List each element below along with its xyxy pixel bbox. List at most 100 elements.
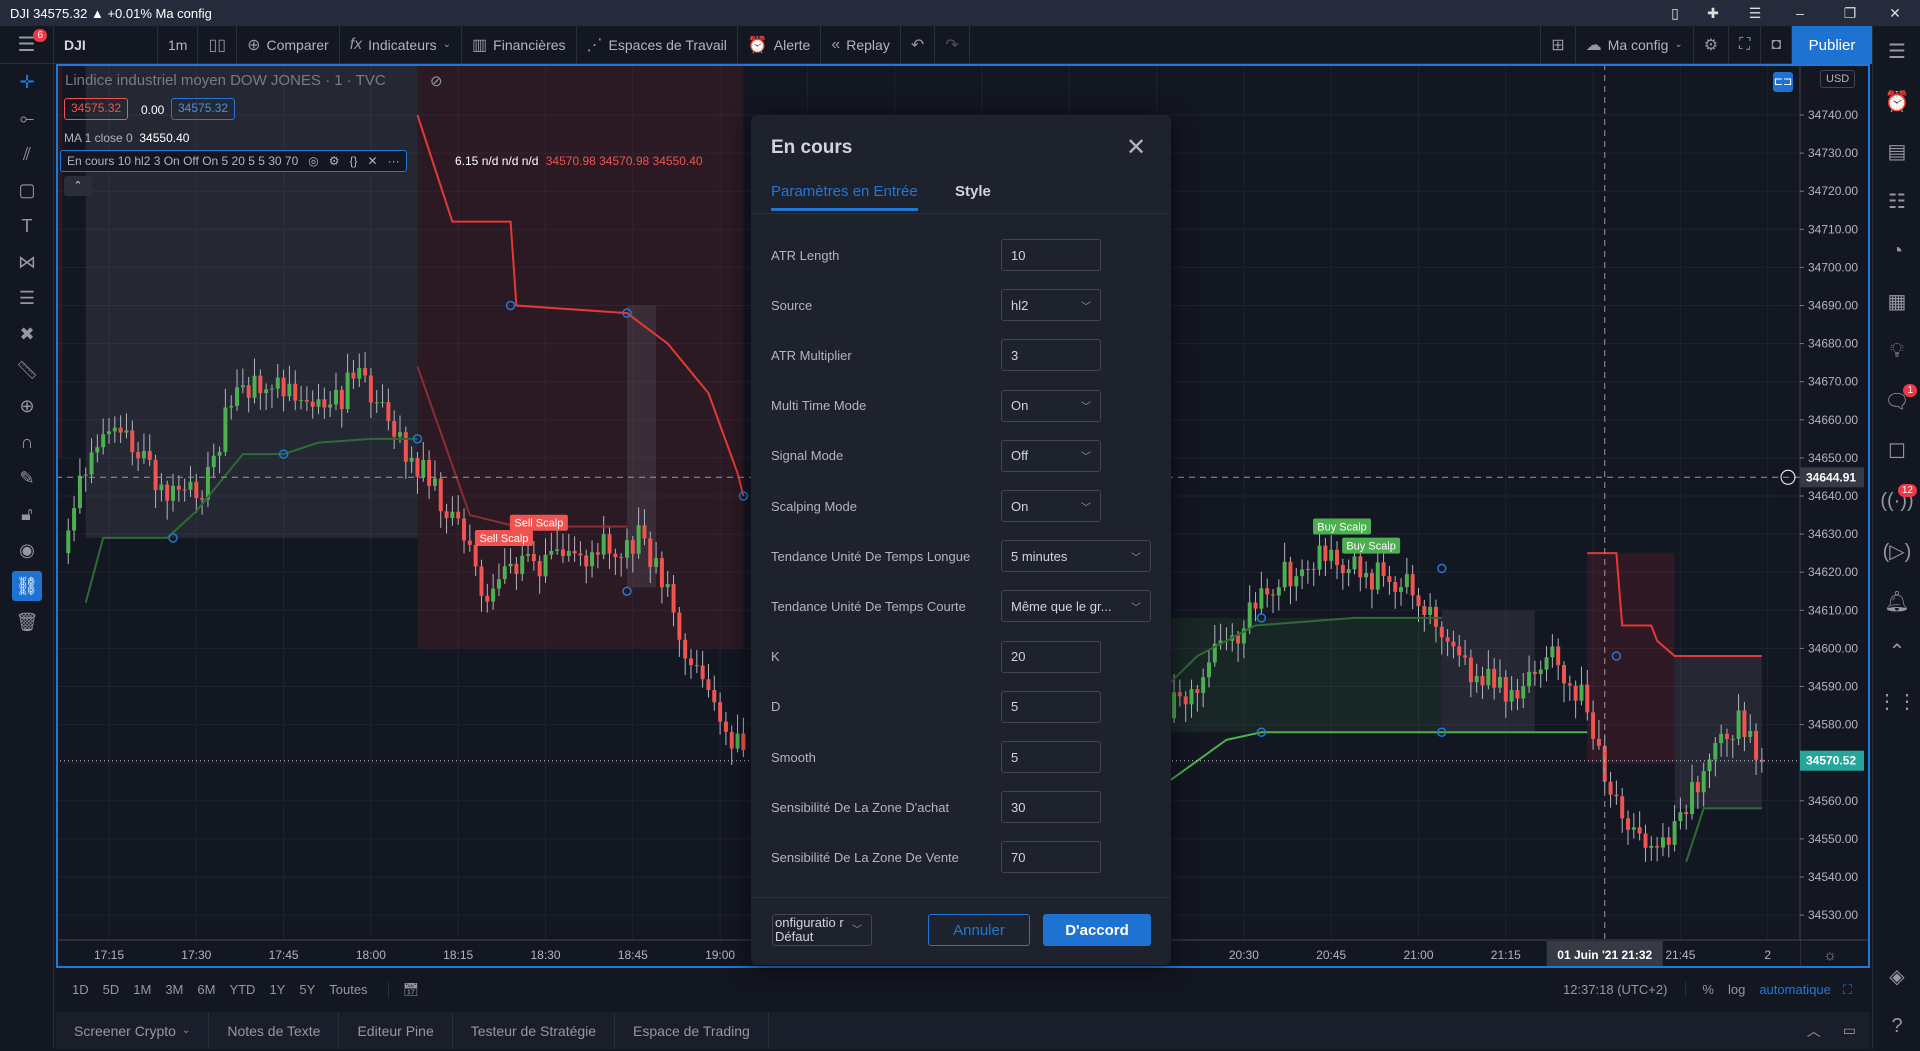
settings-button[interactable]: ⚙: [1694, 25, 1730, 64]
goto-date-icon[interactable]: 📅︎: [387, 981, 419, 998]
auto-toggle[interactable]: automatique: [1759, 982, 1831, 997]
fib-icon[interactable]: ⫽: [0, 136, 54, 172]
ask-price[interactable]: 34575.32: [171, 98, 236, 120]
indicator-legend[interactable]: En cours 10 hl2 3 On Off On 5 20 5 5 30 …: [60, 150, 407, 172]
source-code-icon[interactable]: {}: [350, 154, 358, 168]
link-icon[interactable]: ⛓: [12, 571, 42, 601]
bottom-tab[interactable]: Editeur Pine: [339, 1012, 453, 1049]
crosshair-icon[interactable]: ✛: [0, 64, 54, 100]
fullscreen-button[interactable]: ⛶: [1729, 25, 1762, 64]
undo-button[interactable]: ↶: [901, 25, 936, 64]
ma-legend[interactable]: MA 1 close 0 34550.40: [64, 131, 189, 145]
rectangle-icon[interactable]: ▢: [0, 172, 54, 208]
hide-eye-icon[interactable]: ⊘: [430, 72, 443, 90]
bottom-tab[interactable]: Testeur de Stratégie: [453, 1012, 616, 1049]
restore-button[interactable]: ❐: [1830, 0, 1870, 26]
range-button[interactable]: 6M: [197, 982, 215, 997]
snapshot-button[interactable]: ◘: [1761, 25, 1792, 64]
interval-button[interactable]: 1m: [158, 25, 199, 64]
more-icon[interactable]: ···: [388, 154, 400, 168]
clipboard-icon[interactable]: ▯: [1655, 0, 1695, 26]
collapse-legend-button[interactable]: ⌃: [64, 176, 92, 196]
dom-icon[interactable]: ⌃: [1873, 626, 1920, 676]
publish-button[interactable]: Publier: [1792, 26, 1872, 64]
field-input[interactable]: 30: [1001, 791, 1101, 824]
clock[interactable]: 12:37:18 (UTC+2): [1563, 982, 1667, 997]
range-button[interactable]: 5Y: [299, 982, 315, 997]
alarm-clock-icon[interactable]: ⏰: [1873, 76, 1920, 126]
field-select[interactable]: Même que le gr... ﹀: [1001, 590, 1151, 623]
chart-type-button[interactable]: ▯▯: [198, 25, 238, 64]
close-dialog-button[interactable]: ✕: [1126, 133, 1146, 162]
pattern-icon[interactable]: ⋈: [0, 244, 54, 280]
magnet-icon[interactable]: ∩: [0, 424, 54, 460]
currency-label[interactable]: USD: [1820, 70, 1856, 88]
field-input[interactable]: 10: [1001, 239, 1101, 271]
gear-icon[interactable]: ⚙: [329, 154, 340, 168]
lightbulb-icon[interactable]: 💡︎: [1873, 326, 1920, 376]
range-button[interactable]: YTD: [229, 982, 255, 997]
symbol-search[interactable]: DJI: [54, 25, 158, 64]
defaults-dropdown[interactable]: onfiguratio r Défaut ﹀: [772, 914, 872, 946]
range-button[interactable]: 1M: [133, 982, 151, 997]
compare-button[interactable]: ⊕ Comparer: [237, 25, 340, 64]
lock-icon[interactable]: 🔓︎: [0, 496, 54, 532]
streams-icon[interactable]: (▷): [1873, 526, 1920, 576]
fit-icon[interactable]: ⛶: [1843, 982, 1852, 998]
pencil-lock-icon[interactable]: ✎: [0, 460, 54, 496]
field-select[interactable]: Off ﹀: [1001, 439, 1101, 472]
bell-icon[interactable]: 🔔︎: [1873, 576, 1920, 626]
range-button[interactable]: 5D: [103, 982, 120, 997]
percent-toggle[interactable]: %: [1685, 982, 1714, 997]
main-menu-button[interactable]: ☰ 6: [0, 25, 54, 64]
chevron-up-icon[interactable]: ︿: [1807, 1021, 1821, 1041]
field-input[interactable]: 5: [1001, 690, 1101, 723]
alert-button[interactable]: ⏰ Alerte: [738, 25, 822, 64]
extension-icon[interactable]: ✚: [1693, 0, 1733, 26]
maximize-panel-icon[interactable]: ▭: [1843, 1022, 1856, 1039]
field-select[interactable]: On ﹀: [1001, 389, 1101, 422]
eye-icon[interactable]: ◎: [308, 154, 318, 168]
layout-name-button[interactable]: ☁ Ma config ⌄: [1576, 25, 1694, 64]
help-icon[interactable]: ?: [1873, 1001, 1920, 1051]
pie-chart-icon[interactable]: ◔: [1873, 226, 1920, 276]
auto-scale-icon[interactable]: ⊏⊐: [1773, 72, 1793, 92]
workspaces-button[interactable]: ⋰ Espaces de Travail: [577, 25, 738, 64]
range-button[interactable]: 3M: [165, 982, 183, 997]
ok-button[interactable]: D'accord: [1043, 914, 1151, 946]
trash-icon[interactable]: 🗑︎: [0, 604, 54, 640]
range-button[interactable]: Toutes: [329, 982, 367, 997]
bid-price[interactable]: 34575.32: [64, 98, 129, 120]
order-panel-icon[interactable]: ⋮⋮: [1873, 676, 1920, 726]
range-button[interactable]: 1D: [72, 982, 89, 997]
remove-drawings-icon[interactable]: ✖: [0, 316, 54, 352]
field-input[interactable]: 20: [1001, 640, 1101, 673]
cancel-button[interactable]: Annuler: [928, 914, 1030, 946]
prediction-icon[interactable]: ☰: [0, 280, 54, 316]
range-button[interactable]: 1Y: [269, 982, 285, 997]
bottom-tab[interactable]: Screener Crypto ⌄: [56, 1012, 210, 1049]
text-icon[interactable]: T: [0, 208, 54, 244]
tab-style[interactable]: Style: [955, 183, 991, 200]
field-input[interactable]: 70: [1001, 841, 1101, 874]
ruler-icon[interactable]: 📏︎: [0, 352, 54, 388]
field-select[interactable]: hl2 ﹀: [1001, 289, 1101, 322]
ideas-stream-icon[interactable]: ((·)) 12: [1873, 476, 1920, 526]
layers-icon[interactable]: ◈: [1873, 951, 1920, 1001]
watchlist-icon[interactable]: ☰: [1873, 26, 1920, 76]
tab-inputs[interactable]: Paramètres en Entrée: [771, 183, 918, 211]
field-input[interactable]: 3: [1001, 339, 1101, 372]
private-chat-icon[interactable]: ☐: [1873, 426, 1920, 476]
close-window-button[interactable]: ✕: [1875, 0, 1915, 26]
redo-button[interactable]: ↷: [935, 25, 970, 64]
layout-button[interactable]: ⊞: [1540, 25, 1576, 64]
eye-icon[interactable]: ◉: [0, 532, 54, 568]
replay-button[interactable]: « Replay: [821, 25, 901, 64]
chat-icon[interactable]: 🗨︎ 1: [1873, 376, 1920, 426]
hotlist-icon[interactable]: ☷: [1873, 176, 1920, 226]
log-toggle[interactable]: log: [1728, 982, 1745, 997]
calendar-icon[interactable]: ▦: [1873, 276, 1920, 326]
zoom-in-icon[interactable]: ⊕: [0, 388, 54, 424]
bottom-tab[interactable]: Espace de Trading: [615, 1012, 769, 1049]
bottom-tab[interactable]: Notes de Texte: [209, 1012, 340, 1049]
